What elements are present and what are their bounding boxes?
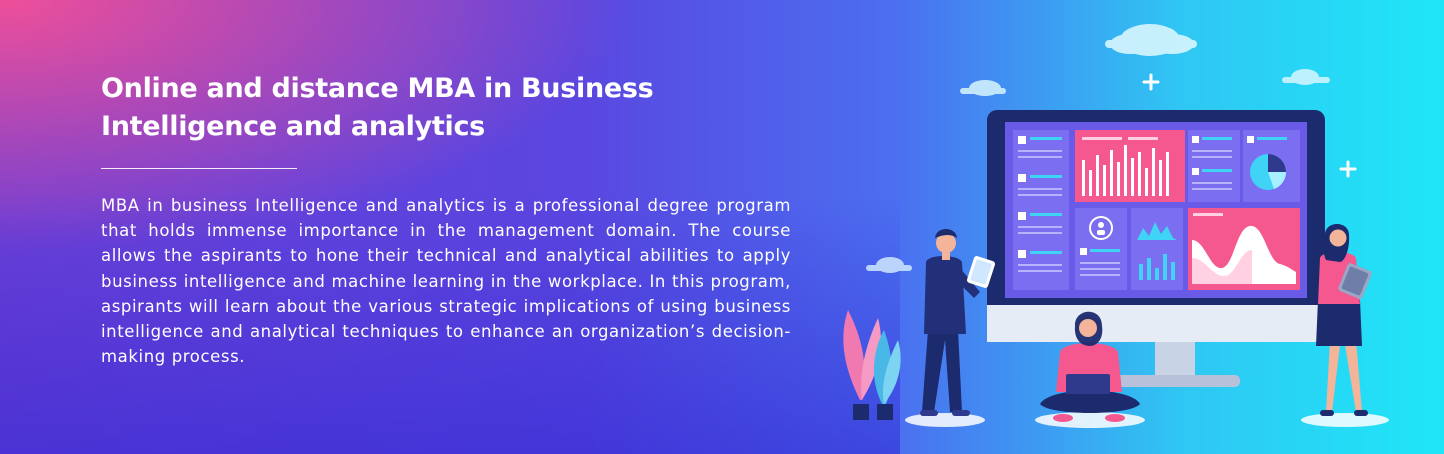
banner-text: Online and distance MBA in Business Inte… — [101, 70, 791, 369]
title-divider — [101, 168, 297, 169]
pie-chart-icon — [1250, 154, 1287, 190]
man-with-tablet — [905, 229, 996, 427]
plus-icon — [1142, 73, 1160, 91]
page-title: Online and distance MBA in Business Inte… — [101, 73, 654, 142]
plus-icon — [1339, 160, 1357, 178]
hero-banner: Online and distance MBA in Business Inte… — [0, 0, 1444, 454]
cloud-icon — [1105, 24, 1197, 56]
cloud-icon — [1282, 69, 1330, 85]
banner-description: MBA in business Intelligence and analyti… — [101, 196, 791, 367]
cloud-icon — [960, 80, 1006, 96]
plant — [843, 310, 901, 420]
cloud-icon — [866, 257, 912, 273]
monitor — [987, 110, 1325, 387]
analytics-illustration — [843, 24, 1389, 428]
